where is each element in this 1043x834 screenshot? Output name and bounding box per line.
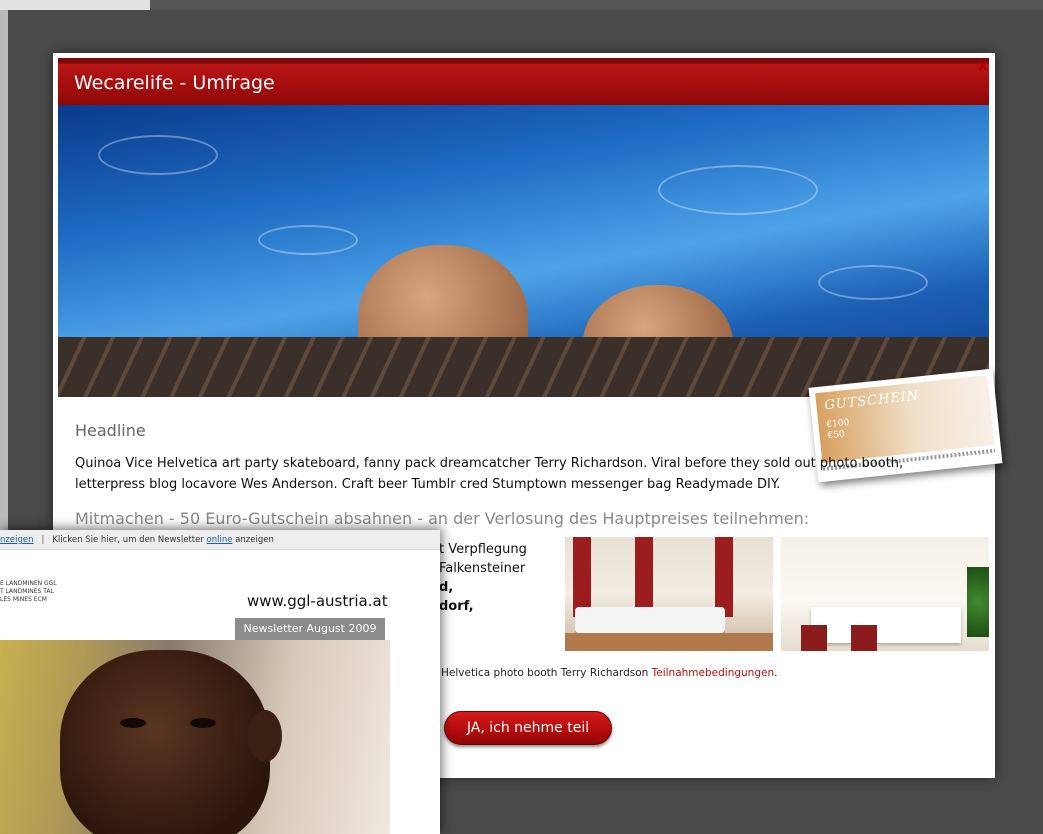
newsletter-link-left[interactable]: nzeigen [0, 535, 33, 545]
newsletter-url: www.ggl-austria.at [247, 592, 388, 610]
newsletter-preview: nzeigen | Klicken Sie hier, um den Newslet… [0, 530, 440, 834]
prize-photo-restaurant [781, 537, 989, 651]
newsletter-org-logo-text: E LANDMINEN GGL T LANDMINES TAL LES MINE… [0, 580, 57, 603]
newsletter-topbar: nzeigen | Klicken Sie hier, um den Newslet… [0, 530, 440, 550]
close-icon[interactable]: x [974, 56, 992, 74]
child-photo [60, 650, 270, 834]
newsletter-online-link[interactable]: online [207, 535, 233, 545]
content-headline: Headline [75, 421, 146, 440]
voucher-amounts: €100 €50 [826, 417, 850, 442]
rules-text: Helvetica photo booth Terry Richardson T… [441, 667, 778, 679]
voucher-label: GUTSCHEIN [823, 388, 920, 414]
rules-link[interactable]: Teilnahmebedingungen [652, 667, 774, 679]
prize-photo-spa [565, 537, 773, 651]
content-body: Quinoa Vice Helvetica art party skateboa… [75, 456, 904, 492]
modal-title: Wecarelife - Umfrage [74, 72, 275, 94]
prize-description: t Verpflegung Falkensteiner d, dorf, [439, 542, 527, 614]
modal-titlebar: Wecarelife - Umfrage [58, 58, 989, 105]
participate-button[interactable]: JA, ich nehme teil [444, 711, 612, 745]
participation-headline: Mitmachen - 50 Euro-Gutschein absahnen -… [75, 509, 810, 528]
hero-image-pool [58, 105, 989, 397]
newsletter-issue-badge: Newsletter August 2009 [235, 618, 385, 640]
